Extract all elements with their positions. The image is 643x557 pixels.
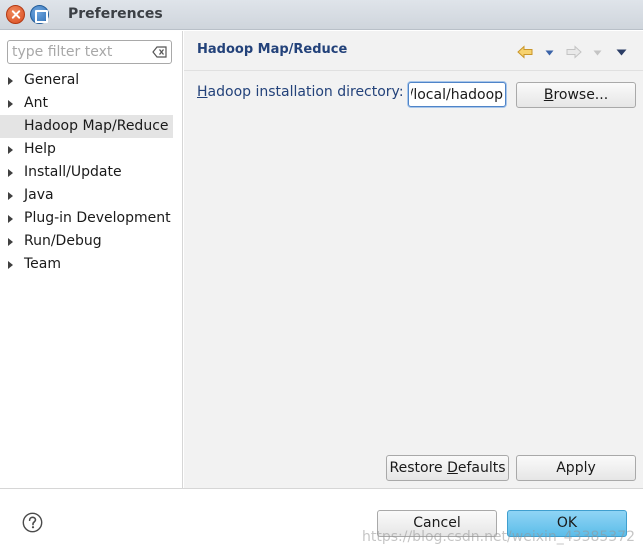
clear-filter-icon[interactable]	[152, 46, 167, 58]
hadoop-directory-label: Hadoop installation directory:	[197, 84, 404, 100]
expand-arrow-icon[interactable]	[8, 261, 13, 269]
page-title: Hadoop Map/Reduce	[197, 42, 348, 57]
expand-arrow-icon[interactable]	[8, 169, 13, 177]
expand-arrow-icon[interactable]	[8, 215, 13, 223]
expand-arrow-icon[interactable]	[8, 100, 13, 108]
hadoop-directory-input[interactable]	[408, 82, 506, 107]
expand-arrow-icon[interactable]	[8, 146, 13, 154]
page-header: Hadoop Map/Reduce	[184, 31, 643, 71]
cancel-button[interactable]: Cancel	[377, 510, 497, 537]
tree-item-label: Ant	[24, 95, 48, 111]
restore-label-rest: efaults	[457, 460, 506, 476]
label-text: adoop installation directory:	[207, 84, 404, 100]
tree-item-label: Plug-in Development	[24, 210, 171, 226]
tree-item-label: Team	[24, 256, 62, 272]
filter-box	[7, 40, 172, 64]
restore-defaults-button[interactable]: Restore Defaults	[386, 455, 509, 481]
ok-button[interactable]: OK	[507, 510, 627, 537]
forward-menu-chevron-down-icon[interactable]	[593, 50, 602, 56]
tree-item[interactable]: General	[0, 69, 182, 92]
title-bar: Preferences	[0, 0, 643, 30]
back-arrow-icon[interactable]	[517, 45, 533, 59]
preference-page: Hadoop Map/Reduce Hadoop installation di…	[184, 31, 643, 488]
close-icon[interactable]	[6, 5, 25, 24]
tree-item[interactable]: Java	[0, 184, 182, 207]
browse-button[interactable]: Browse...	[516, 82, 636, 108]
tree-item[interactable]: Install/Update	[0, 161, 182, 184]
filter-input[interactable]	[12, 43, 148, 61]
tree-item[interactable]: Team	[0, 253, 182, 276]
tree-item[interactable]: Run/Debug	[0, 230, 182, 253]
tree-item-label: Java	[24, 187, 54, 203]
expand-arrow-icon[interactable]	[8, 192, 13, 200]
tree-item-label: Install/Update	[24, 164, 122, 180]
restore-label-pre: Restore	[389, 460, 448, 476]
tree-item[interactable]: Hadoop Map/Reduce	[0, 115, 173, 138]
tree-item-label: General	[24, 72, 80, 88]
dialog-button-bar: Cancel OK https://blog.csdn.net/weixin_4…	[0, 488, 643, 557]
tree-item[interactable]: Plug-in Development	[0, 207, 182, 230]
back-menu-chevron-down-icon[interactable]	[545, 50, 554, 56]
expand-arrow-icon[interactable]	[8, 238, 13, 246]
browse-mnemonic: B	[543, 87, 554, 103]
maximize-icon[interactable]	[30, 5, 49, 24]
apply-button[interactable]: Apply	[516, 455, 636, 481]
browse-label-rest: rowse...	[553, 87, 609, 103]
tree-item-label: Hadoop Map/Reduce	[24, 118, 169, 134]
restore-mnemonic: D	[447, 460, 458, 476]
label-mnemonic: H	[197, 84, 208, 100]
expand-arrow-icon[interactable]	[8, 77, 13, 85]
preferences-tree-panel: General Ant Hadoop Map/Reduce Help Install/U…	[0, 31, 183, 488]
tree-item[interactable]: Ant	[0, 92, 182, 115]
tree-item-label: Run/Debug	[24, 233, 102, 249]
window-title: Preferences	[68, 6, 163, 22]
preferences-tree: General Ant Hadoop Map/Reduce Help Install/U…	[0, 69, 182, 276]
view-menu-chevron-down-icon[interactable]	[616, 49, 627, 56]
forward-arrow-icon[interactable]	[566, 45, 582, 59]
help-icon[interactable]	[22, 512, 43, 533]
tree-item[interactable]: Help	[0, 138, 182, 161]
tree-item-label: Help	[24, 141, 56, 157]
